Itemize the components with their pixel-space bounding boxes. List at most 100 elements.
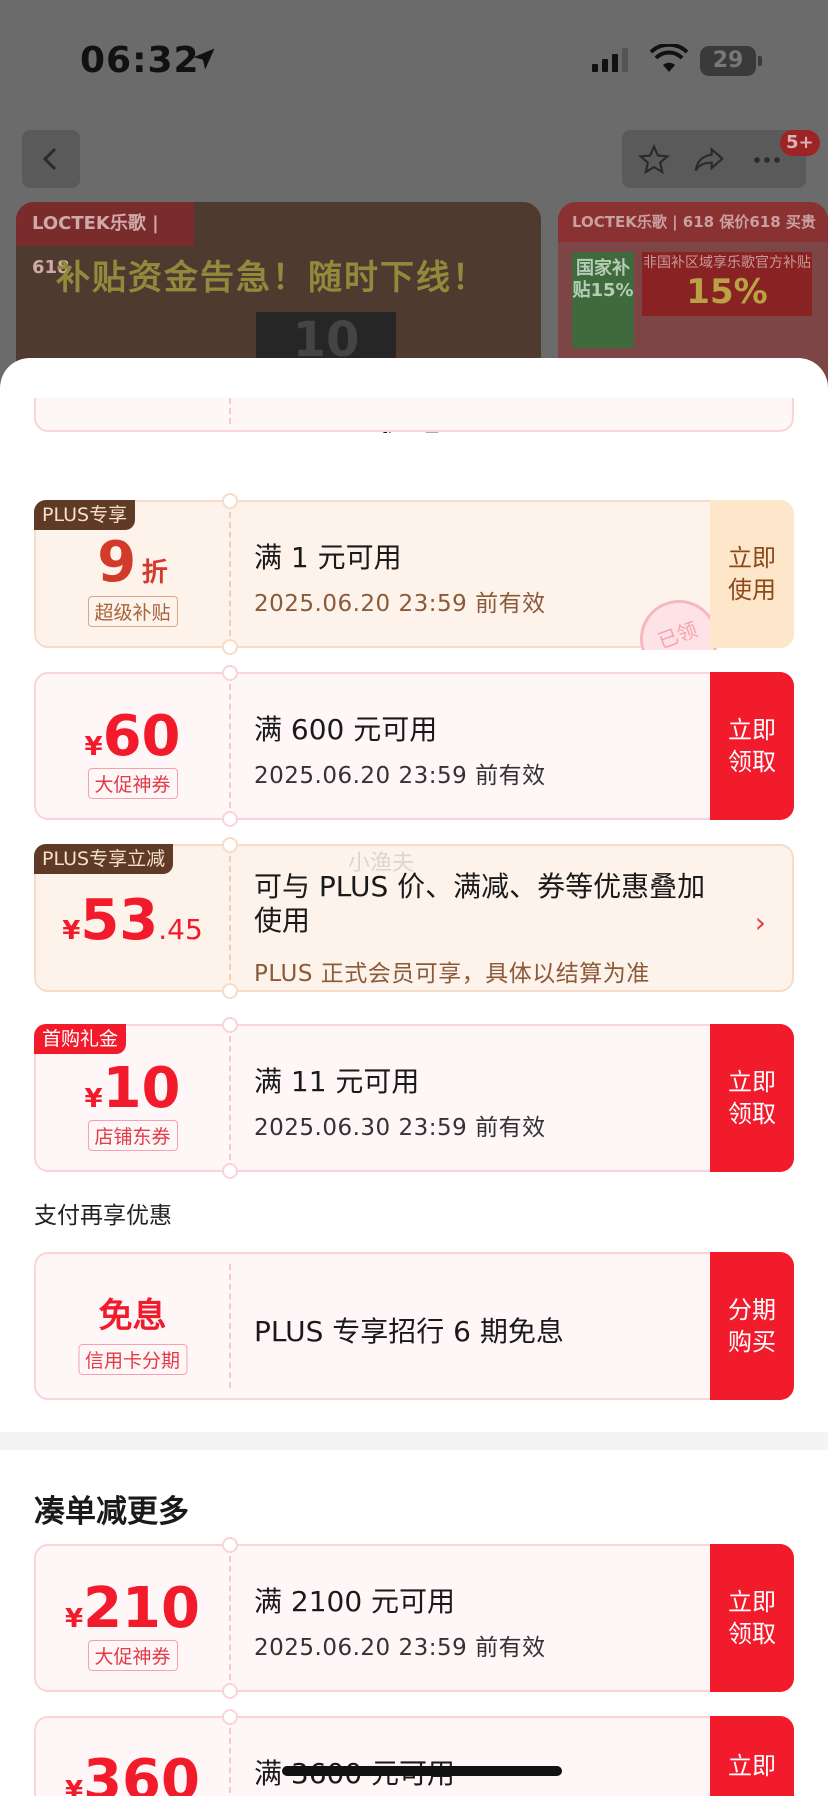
action-label: 立即	[728, 1752, 776, 1780]
banner-title: 补贴资金告急！随时下线！	[56, 258, 488, 298]
action-label: 立即 使用	[728, 544, 776, 604]
coupon-details: 可与 PLUS 价、满减、券等优惠叠加使用 PLUS 正式会员可享，具体以结算为…	[254, 846, 714, 990]
coupon-divider	[229, 1264, 231, 1388]
coupon-value: ¥360	[36, 1718, 229, 1796]
payment-offers-label: 支付再享优惠	[34, 1203, 172, 1229]
coupon-condition: 满 1 元可用	[254, 541, 402, 574]
coupon-amount: ¥360	[36, 1748, 229, 1796]
nav-actions	[622, 130, 806, 188]
interest-free-title: 免息	[98, 1296, 167, 1336]
coupon-divider	[229, 1036, 231, 1160]
chevron-left-icon	[42, 147, 57, 171]
coupon-card: ¥60 大促神券 满 600 元可用 2025.06.20 23:59 前有效 …	[34, 665, 794, 827]
coupon-value: 9 折 超级补贴	[36, 502, 229, 646]
battery-level: 29	[712, 48, 744, 73]
section-divider	[0, 1432, 828, 1450]
wifi-icon	[650, 44, 688, 72]
battery-nub	[758, 56, 762, 66]
payment-offer-text: PLUS 专享招行 6 期免息	[254, 1315, 564, 1348]
coupon-divider	[229, 512, 231, 636]
coupon-card: ¥210 大促神券 满 2100 元可用 2025.06.20 23:59 前有…	[34, 1537, 794, 1699]
coupon-card: 首购礼金 ¥10 店铺东券 满 11 元可用 2025.06.30 23:59 …	[34, 1017, 794, 1179]
promo-banner-side[interactable]: LOCTEK乐歌 | 618 保价618 买贵退差 国家补贴15% 非国补区域享…	[558, 202, 828, 380]
action-label: 立即 领取	[728, 716, 776, 776]
currency-symbol: ¥	[65, 1604, 84, 1634]
coupon-notch	[222, 811, 238, 827]
coupon-condition: 可与 PLUS 价、满减、券等优惠叠加使用	[254, 870, 706, 937]
payment-type-tag: 信用卡分期	[77, 1344, 188, 1375]
coupon-value: ¥10 店铺东券	[36, 1026, 229, 1170]
banner2-subsidy: 国家补贴15%	[572, 252, 634, 348]
coupon-condition: 满 2100 元可用	[254, 1585, 456, 1618]
amount-number: 10	[102, 1056, 181, 1121]
home-indicator[interactable]	[282, 1766, 562, 1776]
coupon-details: 满 2100 元可用 2025.06.20 23:59 前有效	[254, 1546, 714, 1690]
use-now-button[interactable]: 立即 使用	[710, 500, 794, 648]
background-page: 06:32 29 5+ LOCTEK乐歌 | 618 补贴资金告急！随时下线！ …	[0, 0, 828, 380]
currency-symbol: ¥	[62, 916, 81, 946]
coupon-notch	[222, 1709, 238, 1725]
coupon-notch	[222, 837, 238, 853]
coupon-notch	[222, 665, 238, 681]
status-bar: 06:32 29	[0, 0, 828, 120]
coupon-note: PLUS 正式会员可享，具体以结算为准	[254, 961, 650, 987]
banner-logo: LOCTEK乐歌 | 618	[16, 202, 194, 278]
currency-symbol: ¥	[84, 1084, 103, 1114]
star-icon[interactable]	[638, 144, 670, 176]
coupon-expiry: 2025.06.30 23:59 前有效	[254, 1115, 546, 1141]
chevron-right-icon[interactable]: ›	[755, 906, 766, 939]
coupon-condition: 满 11 元可用	[254, 1065, 420, 1098]
coupon-notch	[222, 1537, 238, 1553]
cellular-signal-icon	[592, 48, 628, 72]
back-button[interactable]	[22, 130, 80, 188]
banner2-header: LOCTEK乐歌 | 618 保价618 买贵退差	[558, 202, 828, 271]
coupon-notch	[222, 1163, 238, 1179]
payment-offer-card: 免息 信用卡分期 PLUS 专享招行 6 期免息 分期 购买	[34, 1252, 794, 1400]
coupon-notch	[222, 1683, 238, 1699]
coupon-card: PLUS专享 9 折 超级补贴 满 1 元可用 2025.06.20 23:59…	[34, 493, 794, 655]
amount-number: 360	[83, 1748, 200, 1796]
amount-number: 210	[83, 1576, 200, 1641]
coupon-type-tag: 店铺东券	[87, 1120, 178, 1151]
claim-now-button[interactable]: 立即 领取	[710, 1024, 794, 1172]
coupon-expiry: 2025.06.20 23:59 前有效	[254, 1635, 546, 1661]
claim-now-button[interactable]: 立即 领取	[710, 1544, 794, 1692]
promo-banner-main[interactable]: LOCTEK乐歌 | 618 补贴资金告急！随时下线！ 10 00	[16, 202, 541, 380]
coupon-amount: ¥210	[36, 1576, 229, 1641]
coupon-notch	[222, 983, 238, 999]
coupon-details: 满 11 元可用 2025.06.30 23:59 前有效	[254, 1026, 714, 1170]
coupon-notch	[222, 1017, 238, 1033]
coupon-value: ¥210 大促神券	[36, 1546, 229, 1690]
coupon-amount: ¥53.45	[36, 888, 229, 953]
offers-sheet: 优惠 PLUS专享 9 折 超级补贴 满 1 元可用 2025.06.20 23…	[0, 358, 828, 1796]
claimed-stamp-text: 已领	[640, 600, 718, 650]
action-label: 立即 领取	[728, 1068, 776, 1128]
coupon-notch	[222, 639, 238, 655]
payment-details: PLUS 专享招行 6 期免息	[254, 1254, 714, 1398]
coupon-amount: ¥60	[36, 704, 229, 769]
installment-buy-button[interactable]: 分期 购买	[710, 1252, 794, 1400]
banner2-offer-pct: 15%	[686, 272, 768, 312]
amount-decimal: .45	[158, 913, 203, 946]
coupon-divider	[229, 1556, 231, 1680]
coupon-divider	[229, 856, 231, 980]
discount-unit: 折	[141, 558, 168, 588]
more-offers-title: 凑单减更多	[34, 1494, 189, 1530]
coupon-divider	[229, 1728, 231, 1796]
watermark: 小渔夫	[348, 851, 415, 876]
battery-indicator: 29	[700, 46, 762, 76]
coupon-details: 满 600 元可用 2025.06.20 23:59 前有效	[254, 674, 714, 818]
more-icon[interactable]	[750, 144, 784, 176]
share-icon[interactable]	[692, 144, 726, 176]
coupon-type-tag: 超级补贴	[87, 596, 178, 627]
coupon-notch	[222, 493, 238, 509]
currency-symbol: ¥	[84, 732, 103, 762]
status-time: 06:32	[80, 40, 200, 81]
discount-number: 9	[97, 530, 137, 595]
claim-now-button[interactable]: 立即 领取	[710, 672, 794, 820]
coupon-card-partial	[34, 398, 794, 432]
claim-now-button[interactable]: 立即	[710, 1716, 794, 1796]
coupon-value: ¥53.45	[36, 846, 229, 990]
banner2-offer-text: 非国补区域享乐歌官方补贴	[643, 255, 811, 271]
coupon-value: ¥60 大促神券	[36, 674, 229, 818]
